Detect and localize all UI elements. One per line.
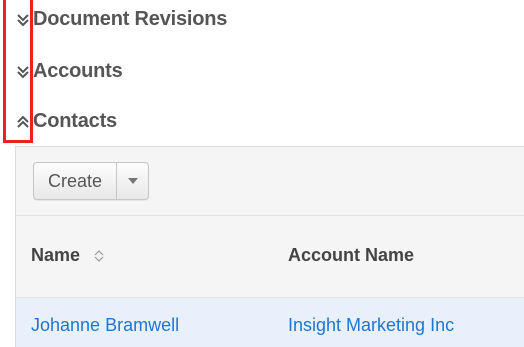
subpanel-document-revisions[interactable]: Document Revisions <box>0 0 524 40</box>
column-header-name[interactable]: Name <box>31 245 105 266</box>
list-header: Name Account Name <box>16 215 524 298</box>
create-button-group: Create <box>33 162 150 200</box>
contacts-panel-body: Create Name Account Name Johanne Bramwel… <box>15 146 524 347</box>
contact-name-link[interactable]: Johanne Bramwell <box>31 315 179 336</box>
sort-icon <box>94 250 104 263</box>
subpanels-area: Document Revisions Accounts Contacts Cre… <box>0 0 524 347</box>
create-button[interactable]: Create <box>34 163 118 199</box>
subpanel-contacts[interactable]: Contacts <box>0 102 524 142</box>
double-chevron-up-icon[interactable] <box>14 113 32 131</box>
column-header-account-name: Account Name <box>288 245 415 265</box>
table-row: Johanne Bramwell Insight Marketing Inc <box>16 298 524 347</box>
panel-toolbar: Create <box>16 147 524 215</box>
subpanel-title: Contacts <box>33 110 117 132</box>
subpanel-title: Accounts <box>33 60 123 82</box>
subpanel-title: Document Revisions <box>33 8 228 30</box>
double-chevron-down-icon[interactable] <box>14 63 32 81</box>
double-chevron-down-icon[interactable] <box>14 11 32 29</box>
subpanel-accounts[interactable]: Accounts <box>0 52 524 92</box>
account-name-link[interactable]: Insight Marketing Inc <box>288 315 454 336</box>
create-actions-dropdown[interactable] <box>117 163 148 199</box>
caret-down-icon <box>128 178 139 184</box>
column-header-label: Name <box>31 245 81 265</box>
